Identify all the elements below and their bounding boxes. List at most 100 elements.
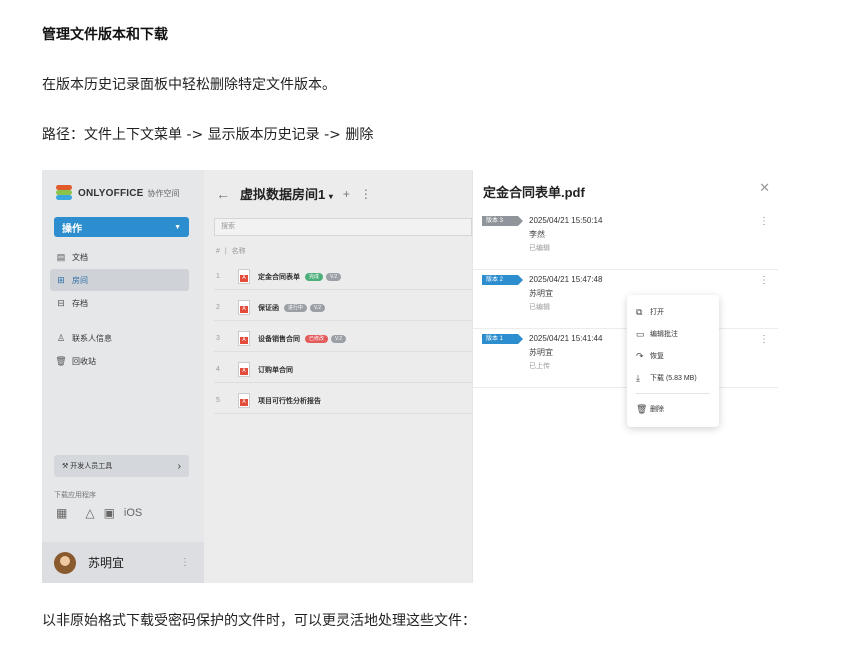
back-arrow-icon[interactable]: ←: [216, 186, 230, 202]
close-icon[interactable]: ✕: [759, 180, 770, 196]
row-number: 2: [216, 304, 220, 311]
developer-tools-button[interactable]: ⚒ 开发人员工具 ›: [54, 455, 189, 477]
onlyoffice-logo-icon: [56, 185, 72, 201]
sidebar-item-documents[interactable]: ▤ 文档: [50, 246, 189, 268]
kebab-menu-icon[interactable]: ⋮: [759, 216, 769, 227]
menu-item-edit-comment[interactable]: ▭ 编辑批注: [627, 323, 719, 345]
path-text: 路径：文件上下文菜单 -> 显示版本历史记录 -> 删除: [42, 127, 374, 143]
menu-item-open[interactable]: ⧉ 打开: [627, 301, 719, 323]
pdf-file-icon: [238, 393, 250, 408]
status-badge: 已修改: [305, 334, 329, 343]
table-row[interactable]: 5 项目可行性分析报告: [214, 388, 472, 414]
version-author: 苏明宜: [529, 289, 553, 298]
table-row[interactable]: 2 保证函 进行中 V.2: [214, 295, 472, 321]
room-header: ← 虚拟数据房间1 ▾ + ⋮: [216, 184, 372, 203]
version-badge: V.2: [331, 334, 347, 343]
row-number: 1: [216, 273, 220, 280]
section-title: 管理文件版本和下载: [42, 27, 168, 43]
menu-item-label: 下载 (5.83 MB): [650, 375, 697, 382]
row-number: 5: [216, 397, 220, 404]
version-status: 已上传: [529, 363, 550, 370]
pdf-file-icon: [238, 331, 250, 346]
linux-icon[interactable]: △: [85, 506, 94, 520]
table-row[interactable]: 1 定金合同表单 完成 V.2: [214, 264, 472, 290]
row-number: 3: [216, 335, 220, 342]
version-item[interactable]: 版本 2 2025/04/21 15:47:48 苏明宜 已编辑 ⋮: [473, 271, 778, 329]
version-author: 李然: [529, 230, 545, 239]
version-badge: V.2: [310, 303, 326, 312]
sidebar-item-label: 联系人信息: [72, 333, 112, 343]
file-name: 订购单合同: [258, 366, 293, 374]
sidebar-item-archive[interactable]: ⊟ 存档: [50, 292, 189, 314]
file-list-area: ← 虚拟数据房间1 ▾ + ⋮ 搜索 # | 名称 1 定金合同表单 完成 V.…: [204, 170, 472, 583]
logo[interactable]: ONLYOFFICE 协作空间: [56, 184, 180, 202]
chevron-right-icon: ›: [177, 460, 181, 472]
ios-link[interactable]: iOS: [124, 507, 142, 519]
app-screenshot: ONLYOFFICE 协作空间 操作 ▼ ▤ 文档 ⊞ 房间 ⊟ 存档 ♙ 联系…: [42, 170, 778, 583]
search-input[interactable]: 搜索: [214, 218, 472, 236]
contacts-icon: ♙: [56, 332, 66, 343]
room-icon: ⊞: [57, 274, 65, 285]
windows-icon[interactable]: ▦: [56, 506, 67, 520]
trash-icon: 🗑: [636, 403, 648, 414]
android-icon[interactable]: ▣: [104, 506, 115, 520]
plus-icon[interactable]: +: [343, 187, 350, 201]
version-datetime: 2025/04/21 15:47:48: [529, 275, 603, 284]
file-name: 项目可行性分析报告: [258, 397, 321, 405]
menu-item-restore[interactable]: ↷ 恢复: [627, 345, 719, 367]
menu-item-delete[interactable]: 🗑 删除: [627, 398, 719, 420]
chevron-down-icon: ▾: [328, 192, 333, 201]
brand-name: ONLYOFFICE: [78, 187, 144, 199]
menu-item-label: 删除: [650, 406, 664, 413]
download-apps-label: 下载应用程序: [54, 492, 96, 499]
open-external-icon: ⧉: [636, 306, 643, 317]
actions-button[interactable]: 操作 ▼: [54, 217, 189, 237]
version-badge: V.2: [326, 272, 342, 281]
status-badge: 进行中: [284, 303, 308, 312]
pdf-file-icon: [238, 300, 250, 315]
kebab-menu-icon[interactable]: ⋮: [360, 187, 372, 201]
menu-item-label: 编辑批注: [650, 331, 678, 338]
restore-icon: ↷: [636, 350, 644, 361]
version-status: 已编辑: [529, 245, 550, 252]
kebab-menu-icon[interactable]: ⋮: [759, 334, 769, 345]
intro-text: 在版本历史记录面板中轻松删除特定文件版本。: [42, 77, 336, 93]
version-history-panel: 定金合同表单.pdf ✕ 版本 3 2025/04/21 15:50:14 李然…: [472, 170, 778, 583]
trash-icon: 🗑: [55, 355, 67, 366]
file-name: 定金合同表单: [258, 273, 300, 281]
sidebar-item-rooms[interactable]: ⊞ 房间: [50, 269, 189, 291]
version-item[interactable]: 版本 1 2025/04/21 15:41:44 苏明宜 已上传 ⋮: [473, 330, 778, 388]
version-badge: 版本 2: [482, 275, 523, 285]
version-datetime: 2025/04/21 15:41:44: [529, 334, 603, 343]
room-title[interactable]: 虚拟数据房间1 ▾: [240, 184, 333, 203]
pdf-file-icon: [238, 269, 250, 284]
version-status: 已编辑: [529, 304, 550, 311]
kebab-menu-icon[interactable]: ⋮: [180, 557, 190, 568]
pdf-file-icon: [238, 362, 250, 377]
user-profile[interactable]: 苏明宜 ⋮: [42, 542, 204, 583]
developer-tools-label: ⚒ 开发人员工具: [62, 461, 112, 471]
menu-item-label: 恢复: [650, 353, 664, 360]
sidebar-item-label: 存档: [72, 298, 88, 308]
sidebar-item-trash[interactable]: 🗑 回收站: [50, 350, 189, 372]
developer-tools-icon: ⚒: [62, 463, 69, 470]
kebab-menu-icon[interactable]: ⋮: [759, 275, 769, 286]
sidebar-item-label: 文档: [72, 252, 88, 262]
developer-tools-text: 开发人员工具: [70, 463, 113, 470]
brand-subtitle: 协作空间: [147, 188, 180, 198]
menu-item-download[interactable]: ⤓ 下载 (5.83 MB): [627, 367, 719, 389]
file-name: 设备销售合同: [258, 335, 300, 343]
room-title-text: 虚拟数据房间1: [240, 187, 326, 202]
column-name: 名称: [231, 248, 246, 255]
column-header: # | 名称: [216, 248, 246, 255]
app-download-icons: ▦ △ ▣ iOS: [56, 506, 142, 520]
version-badge: 版本 1: [482, 334, 523, 344]
table-row[interactable]: 3 设备销售合同 已修改 V.2: [214, 326, 472, 352]
sidebar-item-contacts[interactable]: ♙ 联系人信息: [50, 327, 189, 349]
menu-divider: [636, 393, 710, 394]
panel-title: 定金合同表单.pdf: [483, 185, 585, 200]
version-item[interactable]: 版本 3 2025/04/21 15:50:14 李然 已编辑 ⋮: [473, 212, 778, 270]
archive-icon: ⊟: [57, 297, 65, 308]
table-row[interactable]: 4 订购单合同: [214, 357, 472, 383]
document-icon: ▤: [56, 251, 66, 262]
